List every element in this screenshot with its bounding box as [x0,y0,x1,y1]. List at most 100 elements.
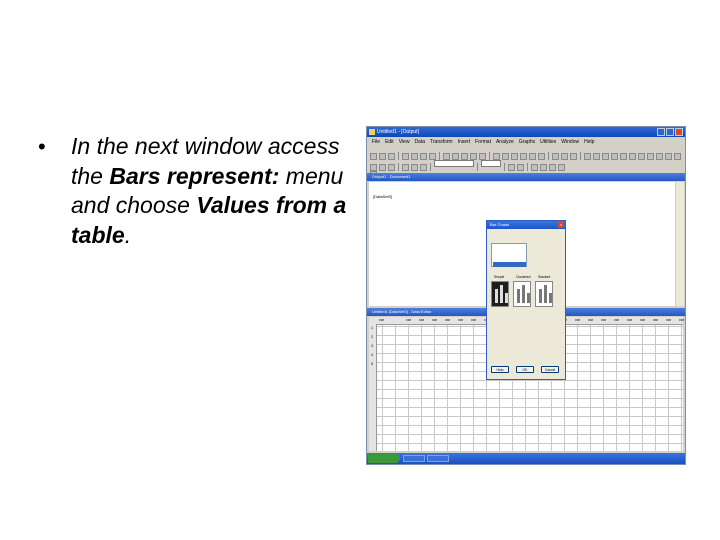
row-header-column: 1 2 3 4 5 [369,324,377,451]
output-section-header: [DataSet0] [373,194,392,199]
column-header[interactable]: var [666,317,671,324]
bar-charts-dialog: Bar Charts × Simple Clustered Stacked Help… [486,220,566,380]
row-number[interactable]: 2 [371,335,373,339]
dialog-button-cancel[interactable]: Cancel [541,366,559,373]
dropdown-option[interactable] [493,261,526,267]
bar-chart-icon [495,289,498,303]
toolbar-combo[interactable] [434,160,474,167]
start-button[interactable] [368,454,400,463]
app-icon [369,129,375,135]
column-header[interactable]: var [640,317,645,324]
taskbar-item[interactable] [403,455,425,462]
menu-item[interactable]: Window [561,138,579,147]
chart-type-thumbnail[interactable] [535,281,553,307]
menu-item[interactable]: Format [475,138,491,147]
toolbar-button-icon[interactable] [370,164,377,171]
window-controls [657,128,683,136]
bar-chart-icon [527,293,530,303]
data-editor-title: Untitled1 [DataSet0] - Data Editor [372,309,432,314]
row-number[interactable]: 1 [371,326,373,330]
dropdown-option[interactable] [493,251,526,256]
toolbar-button-icon[interactable] [508,164,515,171]
maximize-icon[interactable] [666,128,674,136]
spss-screenshot: Untitled1 - [Output] File Edit View Data Tra… [366,126,686,465]
chart-type-thumbnail[interactable] [491,281,509,307]
minimize-icon[interactable] [657,128,665,136]
bullet-text-part: Bars represent: [109,162,280,189]
column-header[interactable]: var [575,317,580,324]
toolbar-button-icon[interactable] [517,164,524,171]
column-header[interactable]: var [432,317,437,324]
toolbar-button-icon[interactable] [388,164,395,171]
toolbar-button-icon[interactable] [540,164,547,171]
taskbar [367,453,685,464]
column-header[interactable]: var [445,317,450,324]
dialog-button-ok[interactable]: OK [516,366,534,373]
taskbar-item[interactable] [427,455,449,462]
dialog-title: Bar Charts [490,222,510,227]
toolbar-button-icon[interactable] [531,164,538,171]
output-window-titlebar: Output1 - Document1 [367,173,685,181]
column-header[interactable]: var [379,317,384,324]
toolbar-button-icon[interactable] [420,164,427,171]
close-icon[interactable] [675,128,683,136]
dialog-close-icon[interactable]: × [558,222,564,228]
toolbar-format [369,159,683,171]
menu-item[interactable]: File [372,138,380,147]
menu-item[interactable]: Graphs [519,138,535,147]
column-header[interactable]: var [458,317,463,324]
bar-chart-icon [517,289,520,303]
bar-chart-icon [500,285,503,303]
menu-item[interactable]: Transform [430,138,453,147]
dropdown-option[interactable] [493,256,526,261]
column-header[interactable]: var [471,317,476,324]
app-title: Untitled1 - [Output] [377,129,419,135]
bullet-text: In the next window access the Bars repre… [71,132,350,250]
chart-type-label: Clustered [516,275,531,279]
bar-chart-icon [544,285,547,303]
toolbar-button-icon[interactable] [411,164,418,171]
dropdown-option[interactable] [493,245,526,250]
menu-item[interactable]: Analyze [496,138,514,147]
row-number[interactable]: 3 [371,344,373,348]
output-window-title: Output1 - Document1 [372,174,411,179]
column-header[interactable]: var [627,317,632,324]
row-number[interactable]: 5 [371,362,373,366]
menu-item[interactable]: Data [414,138,425,147]
toolbar-button-icon[interactable] [402,164,409,171]
menu-item[interactable]: View [399,138,410,147]
toolbar-separator [477,163,478,171]
column-header[interactable]: var [406,317,411,324]
bar-chart-icon [505,293,508,303]
column-header[interactable]: var [419,317,424,324]
menu-item[interactable]: Insert [458,138,471,147]
bar-chart-icon [522,285,525,303]
dialog-button-help[interactable]: Help [491,366,509,373]
bars-represent-dropdown[interactable] [491,243,527,267]
bar-chart-icon [549,293,552,303]
bullet-dot: • [38,134,46,159]
menu-item[interactable]: Edit [385,138,394,147]
menu-item[interactable]: Utilities [540,138,556,147]
chart-type-thumbnail[interactable] [513,281,531,307]
toolbar-separator [527,163,528,171]
output-scrollbar[interactable] [676,182,684,306]
menu-item[interactable]: Help [584,138,594,147]
column-header[interactable]: var [601,317,606,324]
toolbar-button-icon[interactable] [549,164,556,171]
column-header[interactable]: var [588,317,593,324]
slide-bullet: • In the next window access the Bars rep… [30,132,350,250]
toolbar-button-icon[interactable] [558,164,565,171]
toolbar-main [369,148,683,178]
chart-type-label: Simple [494,275,505,279]
toolbar-separator [398,163,399,171]
column-header[interactable]: var [653,317,658,324]
bar-chart-icon [539,289,542,303]
menu-bar: File Edit View Data Transform Insert Format Ana… [367,138,685,147]
column-header[interactable]: var [679,317,684,324]
toolbar-button-icon[interactable] [379,164,386,171]
bullet-text-part: . [124,221,132,248]
column-header[interactable]: var [614,317,619,324]
toolbar-combo[interactable] [481,160,501,167]
row-number[interactable]: 4 [371,353,373,357]
